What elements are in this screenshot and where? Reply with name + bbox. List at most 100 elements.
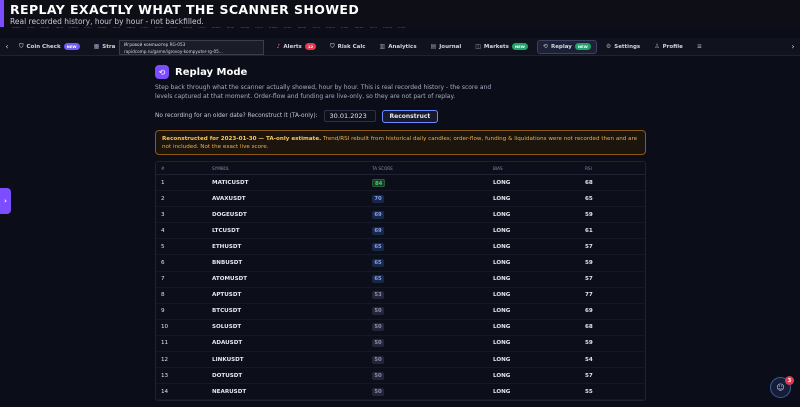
- date-input[interactable]: [323, 110, 376, 122]
- row-rsi: 68: [585, 324, 593, 331]
- reconstruct-row: No recording for an older date? Reconstr…: [155, 109, 646, 123]
- header-banner: REPLAY EXACTLY WHAT THE SCANNER SHOWED R…: [0, 0, 800, 27]
- score-badge: 50: [372, 371, 384, 380]
- user-icon: ♙: [654, 43, 660, 50]
- price-ticker: ······· ······ ······· ······ ······· ······…: [12, 25, 406, 30]
- grid-icon: ▦: [93, 43, 100, 50]
- row-rank: 1: [161, 179, 165, 186]
- table-row[interactable]: 3 DOGEUSDT 69 LONG 59: [156, 207, 645, 224]
- gear-icon: ⚙: [605, 43, 612, 50]
- nav-item-label: Coin Check: [26, 43, 61, 50]
- sidebar-expand-button[interactable]: ›: [0, 188, 11, 214]
- table-body: 1 MATICUSDT 84 LONG 68 2 AVAXUSDT 70 LONG 65 3 DOGE…: [156, 175, 645, 401]
- row-ta-score-cell: 50: [372, 307, 493, 316]
- table-row[interactable]: 13 DOTUSDT 50 LONG 57: [156, 368, 645, 385]
- table-row[interactable]: 12 LINKUSDT 50 LONG 54: [156, 352, 645, 369]
- row-bias: LONG: [493, 260, 511, 267]
- row-symbol: BNBUSDT: [212, 260, 243, 267]
- row-rsi: 57: [585, 243, 593, 250]
- table-row[interactable]: 4 LTCUSDT 69 LONG 61: [156, 223, 645, 240]
- row-symbol: ETHUSDT: [212, 243, 242, 250]
- nav-item-label: Profile: [662, 43, 683, 50]
- table-row[interactable]: 2 AVAXUSDT 70 LONG 65: [156, 191, 645, 208]
- row-ta-score-cell: 69: [372, 210, 493, 219]
- row-bias: LONG: [493, 324, 511, 331]
- nav-item-more[interactable]: ≡: [692, 40, 707, 54]
- nav-item-profile[interactable]: ♙ Profile: [649, 40, 688, 54]
- score-badge: 50: [372, 387, 384, 396]
- header-rsi[interactable]: RSI: [585, 166, 645, 171]
- row-bias: LONG: [493, 276, 511, 283]
- table-row[interactable]: 8 APTUSDT 53 LONG 77: [156, 288, 645, 304]
- nav-scroll-right-icon[interactable]: ›: [786, 38, 800, 56]
- table-row[interactable]: 9 BTCUSDT 50 LONG 69: [156, 304, 645, 320]
- nav-badge: NEW: [511, 43, 528, 50]
- menu-icon: ≡: [696, 43, 702, 50]
- score-badge: 50: [372, 307, 384, 316]
- row-symbol: AVAXUSDT: [212, 195, 246, 202]
- header-ta-score[interactable]: TA SCORE: [372, 166, 493, 171]
- row-rank: 4: [161, 227, 165, 234]
- score-badge: 50: [372, 355, 384, 364]
- row-rank: 14: [161, 388, 169, 395]
- banner-title: REPLAY EXACTLY WHAT THE SCANNER SHOWED: [10, 2, 360, 17]
- header-rank[interactable]: #: [156, 166, 212, 171]
- table-row[interactable]: 7 ATOMUSDT 65 LONG 57: [156, 272, 645, 288]
- header-symbol[interactable]: SYMBOL: [212, 166, 372, 171]
- row-symbol: ATOMUSDT: [212, 276, 248, 283]
- nav-item-settings[interactable]: ⚙ Settings: [601, 40, 645, 54]
- nav-item-stra[interactable]: ▦ Stra: [89, 40, 121, 54]
- row-rsi: 69: [585, 308, 593, 315]
- replay-icon: ⟲: [155, 65, 169, 79]
- nav-item-coin-check[interactable]: ⛉ Coin Check NEW: [14, 40, 85, 54]
- table-row[interactable]: 1 MATICUSDT 84 LONG 68: [156, 175, 645, 192]
- row-ta-score-cell: 50: [372, 387, 493, 396]
- row-ta-score-cell: 65: [372, 242, 493, 251]
- replay-panel: ⟲ Replay Mode Step back through what the…: [155, 64, 646, 402]
- robot-icon: ☺: [776, 383, 785, 392]
- row-bias: LONG: [493, 308, 511, 315]
- table-row[interactable]: 6 BNBUSDT 65 LONG 59: [156, 255, 645, 272]
- row-ta-score-cell: 50: [372, 371, 493, 380]
- table-row[interactable]: 5 ETHUSDT 65 LONG 57: [156, 239, 645, 256]
- nav-item-markets[interactable]: ◫ Markets NEW: [470, 40, 533, 54]
- reconstruct-button[interactable]: Reconstruct: [381, 109, 439, 123]
- nav-item-label: Settings: [614, 43, 641, 50]
- row-bias: LONG: [493, 179, 511, 186]
- nav-item-label: Analytics: [388, 43, 417, 50]
- row-bias: LONG: [493, 388, 511, 395]
- analytics-icon: ▥: [379, 43, 386, 50]
- row-bias: LONG: [493, 340, 511, 347]
- shield-icon: ⛉: [330, 42, 335, 50]
- row-rank: 9: [161, 308, 165, 315]
- nav-item-journal[interactable]: ▤ Journal: [426, 40, 467, 54]
- row-rsi: 65: [585, 195, 593, 202]
- score-badge: 65: [372, 259, 384, 268]
- markets-icon: ◫: [475, 43, 481, 50]
- row-rank: 8: [161, 292, 165, 299]
- row-rsi: 59: [585, 340, 593, 347]
- table-header: # SYMBOL TA SCORE BIAS RSI: [156, 162, 645, 175]
- row-symbol: NEARUSDT: [212, 388, 247, 395]
- row-ta-score-cell: 50: [372, 339, 493, 348]
- table-row[interactable]: 14 NEARUSDT 50 LONG 55: [156, 384, 645, 401]
- nav-scroll-left-icon[interactable]: ‹: [0, 38, 14, 56]
- row-rsi: 68: [585, 179, 593, 186]
- row-rank: 3: [161, 211, 165, 218]
- title-row: ⟲ Replay Mode: [155, 64, 646, 80]
- row-symbol: ADAUSDT: [212, 340, 243, 347]
- row-ta-score-cell: 65: [372, 275, 493, 284]
- table-row[interactable]: 10 SOLUSDT 50 LONG 68: [156, 320, 645, 336]
- header-bias[interactable]: BIAS: [493, 166, 585, 171]
- row-ta-score-cell: 70: [372, 194, 493, 203]
- row-symbol: SOLUSDT: [212, 324, 242, 331]
- nav-item-replay[interactable]: ⟲ Replay NEW: [536, 39, 597, 54]
- row-rsi: 61: [585, 227, 593, 234]
- nav-item-alerts[interactable]: ♪ Alerts 12: [271, 40, 321, 54]
- scanner-table: # SYMBOL TA SCORE BIAS RSI 1 MATICUSDT 84 L…: [155, 161, 646, 402]
- nav-badge: 12: [304, 43, 317, 50]
- table-row[interactable]: 11 ADAUSDT 50 LONG 59: [156, 336, 645, 353]
- nav-item-analytics[interactable]: ▥ Analytics: [375, 40, 422, 54]
- nav-item-risk-calc[interactable]: ⛉ Risk Calc: [325, 40, 370, 54]
- nav-item-label: Risk Calc: [337, 43, 366, 50]
